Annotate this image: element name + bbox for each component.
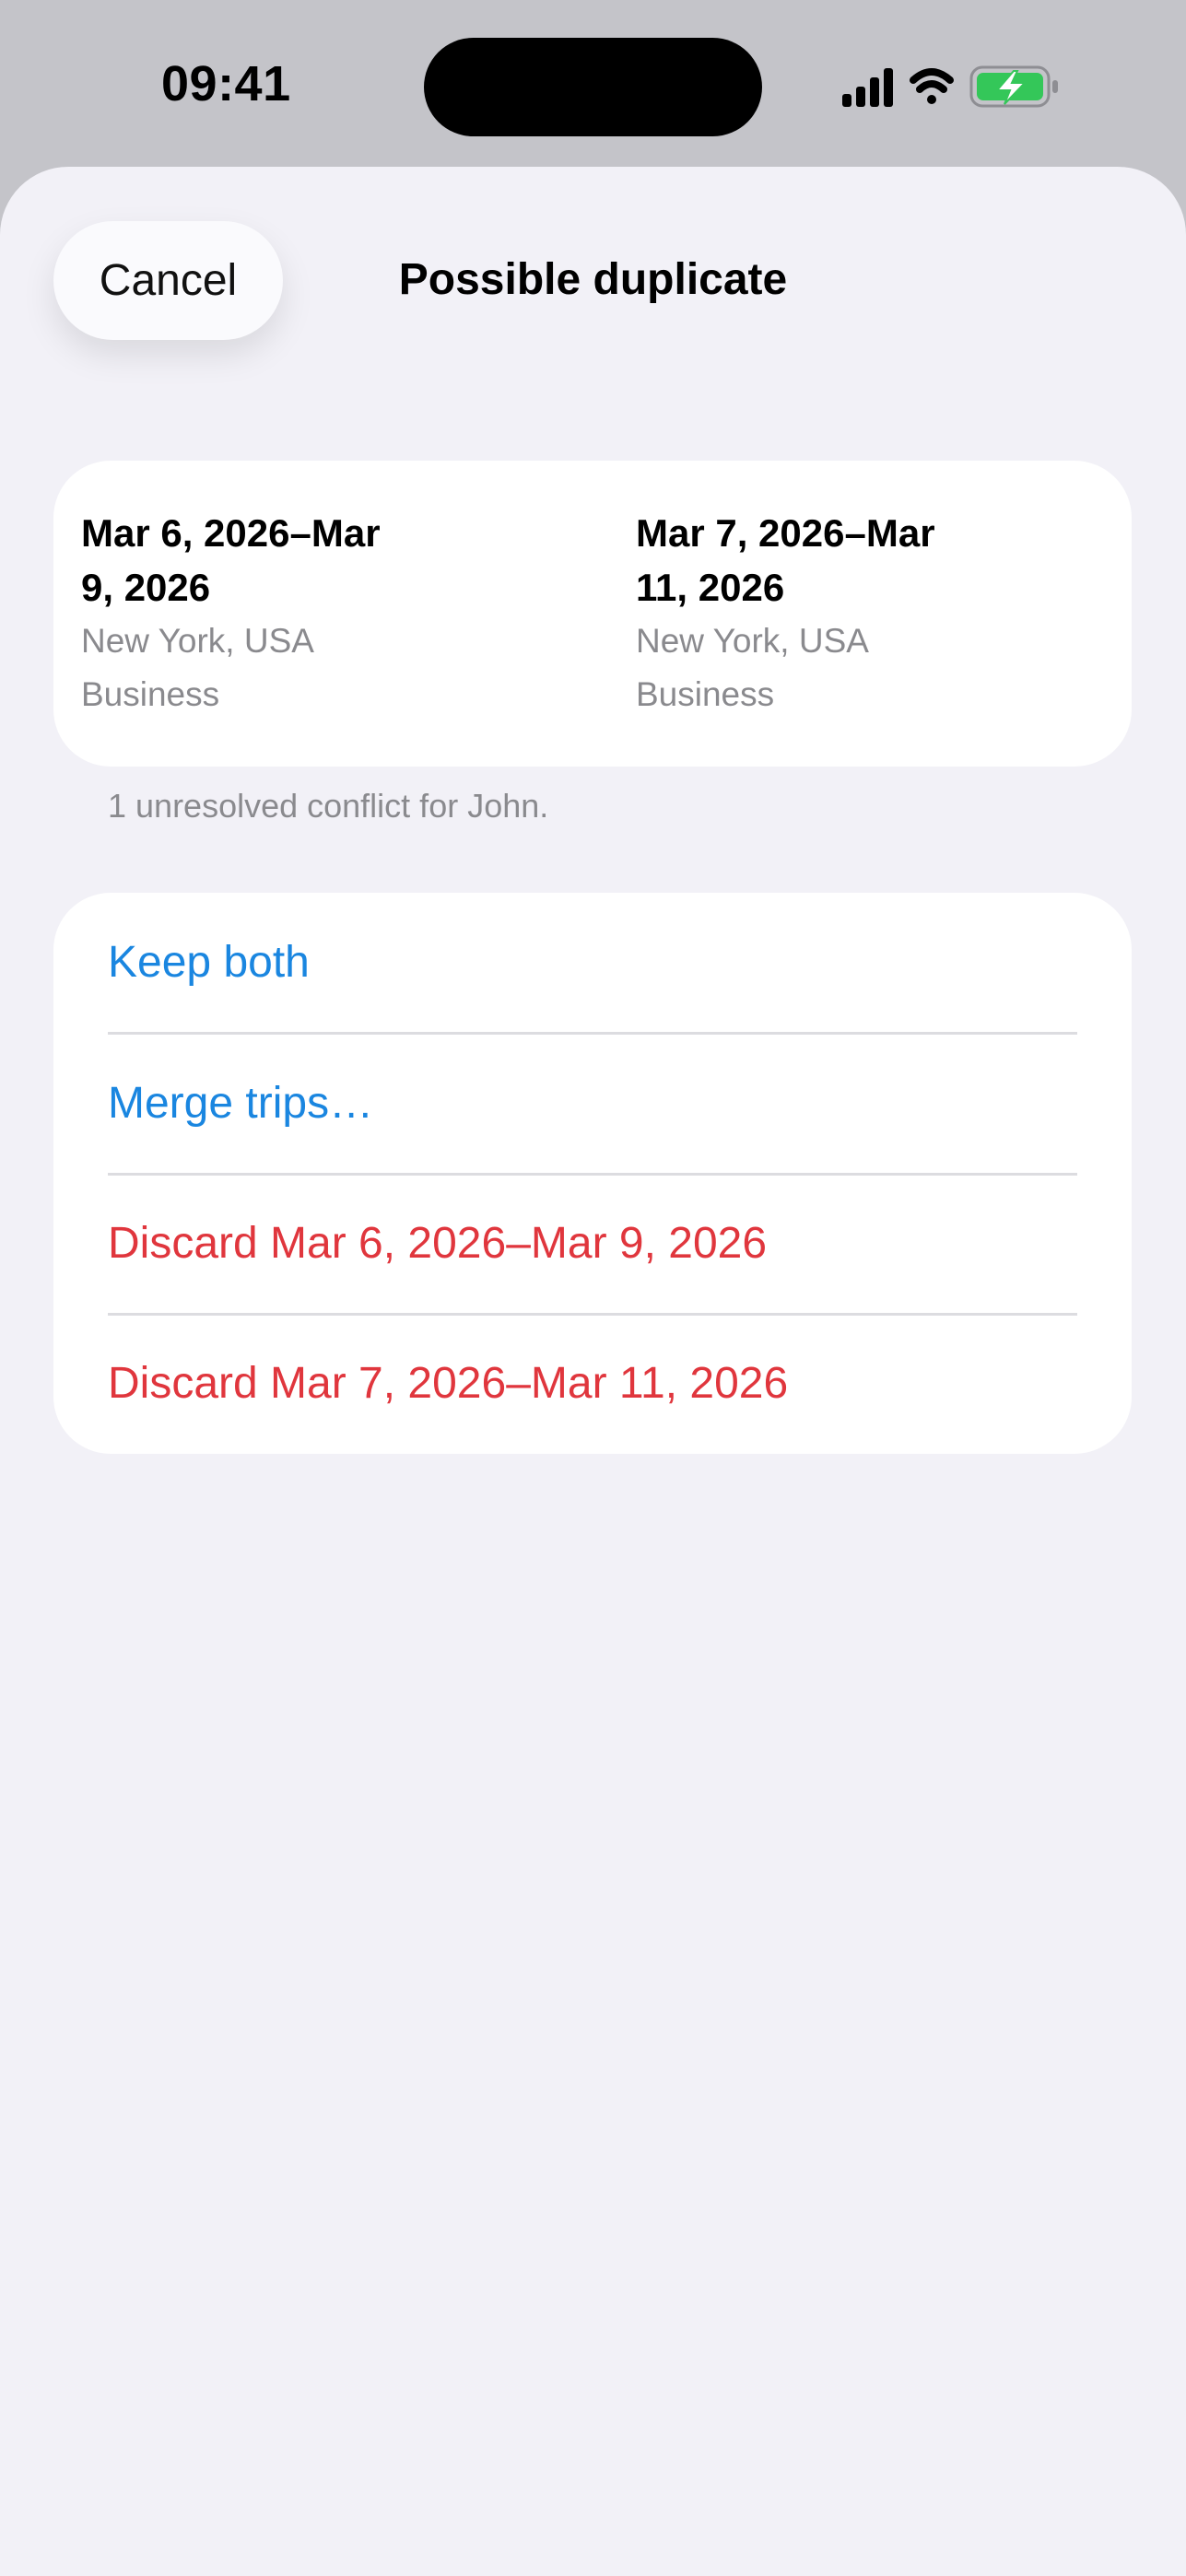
keep-both-button[interactable]: Keep both [108,893,1132,1033]
trip-purpose: Business [636,675,775,713]
trip-dates-line1: Mar 6, 2026–Mar [81,511,381,555]
wifi-icon [910,68,954,104]
trip-location: New York, USA [636,622,869,660]
merge-trips-button[interactable]: Merge trips… [108,1034,1132,1174]
resolution-actions-card: Keep both Merge trips… Discard Mar 6, 20… [53,893,1132,1454]
trip-summary-first: Mar 6, 2026–Mar 9, 2026 New York, USA Bu… [81,506,468,721]
trip-summary-second: Mar 7, 2026–Mar 11, 2026 New York, USA B… [636,506,1060,721]
trip-dates: Mar 7, 2026–Mar 11, 2026 [636,506,1060,615]
dynamic-island [424,38,762,136]
status-bar: 09:41 [0,0,1186,166]
status-icons [842,64,1077,111]
trip-purpose: Business [81,675,220,713]
trip-comparison-card: Mar 6, 2026–Mar 9, 2026 New York, USA Bu… [53,461,1132,767]
discard-first-trip-button[interactable]: Discard Mar 6, 2026–Mar 9, 2026 [108,1174,1132,1314]
cellular-signal-icon [842,68,893,107]
trip-location: New York, USA [81,622,314,660]
trip-dates-line2: 9, 2026 [81,566,211,609]
trip-dates-line1: Mar 7, 2026–Mar [636,511,935,555]
battery-charging-icon [969,65,1058,108]
conflict-footnote: 1 unresolved conflict for John. [108,787,549,825]
trip-dates: Mar 6, 2026–Mar 9, 2026 [81,506,468,615]
sheet-title: Possible duplicate [398,255,788,304]
duplicate-sheet: Cancel Possible duplicate Mar 6, 2026–Ma… [0,167,1186,2576]
status-time: 09:41 [161,56,291,111]
trip-dates-line2: 11, 2026 [636,566,785,609]
discard-second-trip-button[interactable]: Discard Mar 7, 2026–Mar 11, 2026 [108,1314,1132,1454]
